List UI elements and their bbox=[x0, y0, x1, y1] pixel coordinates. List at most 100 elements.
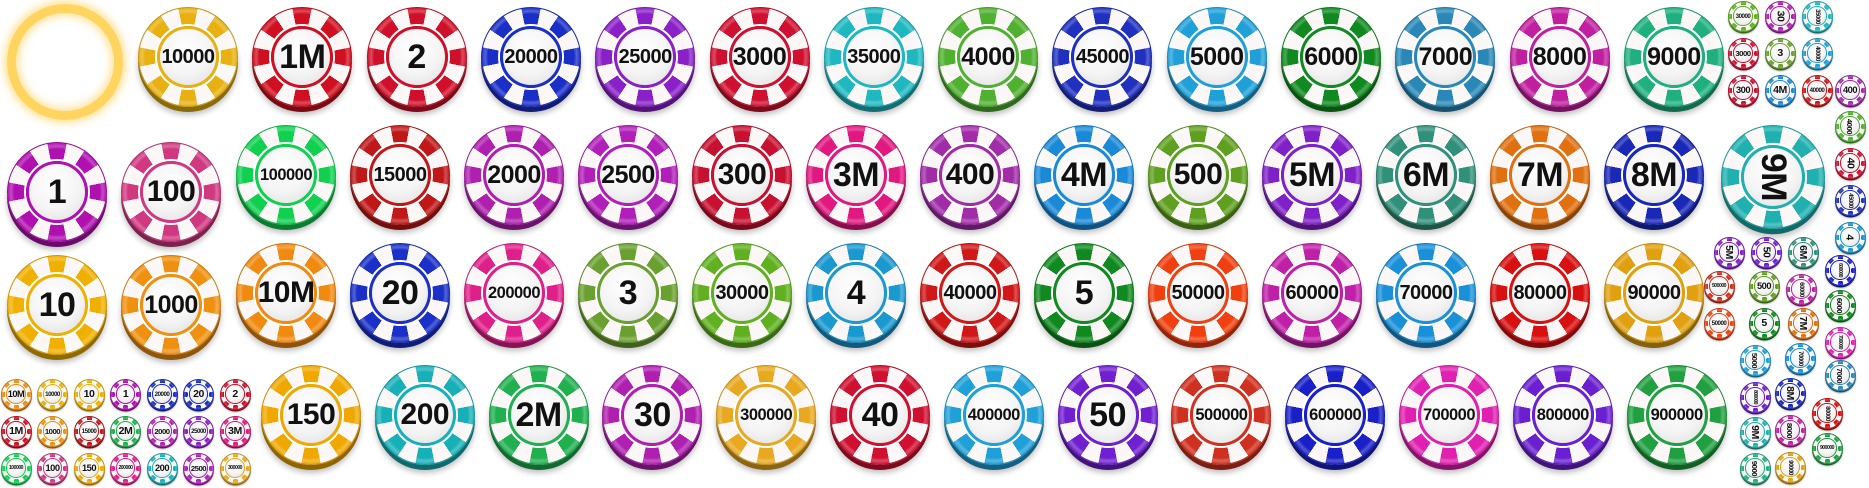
chip-value-label: 500000 bbox=[1711, 283, 1727, 289]
chip-value-label: 25000 bbox=[618, 45, 673, 68]
poker-chip-small: 6000 bbox=[1824, 289, 1856, 321]
chip-center: 1 bbox=[26, 161, 88, 223]
chip-center: 9M bbox=[1745, 422, 1765, 442]
chip-center: 25000 bbox=[188, 421, 209, 441]
poker-chip: 400000 bbox=[943, 365, 1044, 465]
poker-chip: 100000 bbox=[236, 125, 336, 225]
poker-chip: 90000 bbox=[1604, 243, 1704, 343]
poker-chip-small: 900000 bbox=[1811, 432, 1843, 464]
chip-center: 40000 bbox=[1807, 80, 1827, 100]
chip-value-label: 15000 bbox=[81, 427, 97, 435]
poker-chip-small: 8000 bbox=[1774, 414, 1806, 446]
poker-chip: 20000 bbox=[480, 7, 581, 107]
chip-value-label: 50 bbox=[1760, 246, 1772, 258]
chip-value-label: 40000 bbox=[1809, 86, 1825, 94]
chip-value-label: 30000 bbox=[1735, 12, 1751, 20]
chip-center: 50 bbox=[1756, 242, 1776, 262]
poker-chip: 50000 bbox=[1148, 243, 1248, 343]
chip-center: 1M bbox=[6, 421, 26, 441]
chip-center: 7M bbox=[1793, 313, 1813, 333]
chip-value-label: 150 bbox=[81, 463, 97, 473]
chip-value-label: 100000 bbox=[259, 165, 313, 184]
chip-center: 6000 bbox=[1300, 26, 1362, 88]
chip-center: 10000 bbox=[157, 26, 219, 88]
poker-chip: 3000 bbox=[709, 7, 810, 107]
chip-value-label: 7M bbox=[1796, 316, 1809, 330]
chip-center: 2M bbox=[507, 384, 570, 446]
chip-value-label: 1M bbox=[9, 425, 23, 437]
chip-value-label: 9M bbox=[1748, 425, 1761, 439]
chip-center: 5M bbox=[1281, 144, 1343, 206]
chip-center: 3M bbox=[825, 144, 887, 206]
chip-value-label: 3M bbox=[228, 425, 242, 437]
chip-center: 60000 bbox=[1281, 262, 1343, 324]
poker-chip: 4 bbox=[806, 243, 906, 343]
chip-center: 1000 bbox=[140, 274, 202, 336]
chip-center: 6M bbox=[1793, 242, 1813, 262]
chip-center: 9000 bbox=[1642, 26, 1705, 88]
poker-chip-small: 3 bbox=[1764, 37, 1796, 69]
chip-center: 500 bbox=[1754, 276, 1774, 296]
chip-value-label: 35000 bbox=[1813, 8, 1821, 24]
chip-center: 4M bbox=[1770, 80, 1790, 100]
chip-value-label: 200 bbox=[400, 398, 450, 431]
chip-center: 40000 bbox=[1807, 43, 1827, 63]
poker-chip-small: 800000 bbox=[1739, 381, 1771, 413]
chip-value-label: 3000 bbox=[1735, 48, 1751, 58]
chip-value-label: 7M bbox=[1516, 155, 1564, 194]
chip-value-label: 70000 bbox=[1796, 350, 1804, 366]
poker-chip: 5 bbox=[1034, 243, 1134, 343]
poker-chip-small: 30 bbox=[1764, 0, 1796, 32]
chip-center: 4 bbox=[825, 262, 887, 324]
chip-center: 100 bbox=[42, 458, 63, 478]
chip-value-label: 5 bbox=[1761, 317, 1767, 329]
chip-value-label: 1 bbox=[47, 172, 67, 211]
chip-center: 50000 bbox=[1709, 313, 1729, 333]
poker-chip-small: 20 bbox=[183, 378, 214, 410]
chip-value-label: 2M bbox=[515, 395, 562, 434]
chip-center: 8000 bbox=[1780, 420, 1800, 440]
chip-center: 5000 bbox=[1745, 350, 1765, 370]
poker-chip: 9M bbox=[1721, 125, 1825, 229]
poker-chip: 2000 bbox=[464, 125, 564, 225]
poker-chip: 50 bbox=[1057, 365, 1158, 465]
poker-chip-small: 2 bbox=[219, 378, 251, 410]
poker-chip: 900000 bbox=[1626, 365, 1727, 465]
chip-center: 50 bbox=[1076, 384, 1139, 446]
chip-center: 20 bbox=[369, 262, 431, 324]
poker-chip: 4M bbox=[1034, 125, 1134, 225]
chip-value-label: 30 bbox=[1774, 10, 1786, 22]
poker-chip: 200000 bbox=[464, 243, 564, 343]
poker-chip-small: 200 bbox=[146, 452, 178, 484]
chip-value-label: 2500 bbox=[601, 160, 655, 189]
chip-center: 6000 bbox=[1830, 295, 1850, 315]
chip-center: 4000 bbox=[1840, 116, 1860, 136]
chip-center: 2500 bbox=[597, 144, 659, 206]
chip-center: 10M bbox=[255, 262, 317, 324]
poker-chip-small: 8M bbox=[1774, 377, 1806, 409]
chip-value-label: 45000 bbox=[1075, 45, 1130, 68]
poker-chip-small: 6M bbox=[1787, 236, 1819, 268]
chip-value-label: 90000 bbox=[1627, 281, 1681, 304]
poker-chip-small: 10000 bbox=[37, 378, 68, 410]
chip-value-label: 200 bbox=[154, 463, 170, 473]
chip-center: 3000 bbox=[1733, 43, 1753, 63]
poker-chip: 150 bbox=[261, 365, 361, 465]
chip-value-label: 30000 bbox=[715, 281, 769, 304]
poker-chip-small: 3000 bbox=[1727, 37, 1759, 69]
chip-value-label: 10M bbox=[7, 389, 25, 399]
poker-chip-small: 40000 bbox=[1801, 74, 1833, 106]
chip-value-label: 2 bbox=[407, 37, 426, 76]
poker-chip: 10M bbox=[236, 243, 336, 343]
chip-center: 5 bbox=[1754, 313, 1774, 333]
chip-center: 7000 bbox=[1830, 365, 1850, 385]
poker-chip: 8M bbox=[1604, 125, 1704, 225]
chip-value-label: 8000 bbox=[1532, 42, 1587, 71]
chip-center: 400000 bbox=[962, 384, 1025, 446]
chip-value-label: 3M bbox=[832, 155, 880, 194]
chip-center: 9M bbox=[1740, 144, 1806, 210]
chip-value-label: 50 bbox=[1089, 395, 1126, 434]
poker-chip-small: 45000 bbox=[1834, 184, 1866, 216]
poker-chip: 45000 bbox=[1052, 7, 1153, 107]
chip-center: 5M bbox=[1719, 242, 1739, 262]
